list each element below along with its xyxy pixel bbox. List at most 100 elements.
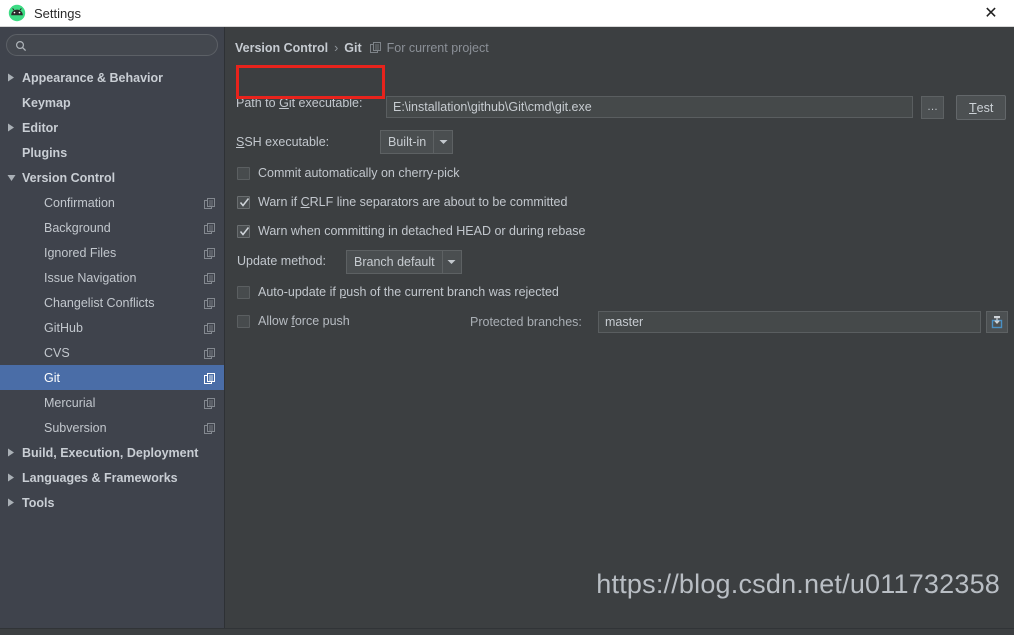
browse-git-path-button[interactable]: …: [921, 96, 944, 119]
checkbox-box: [237, 166, 250, 180]
sidebar-item-label: Subversion: [44, 420, 107, 435]
sidebar-item-confirmation[interactable]: Confirmation: [0, 190, 224, 215]
checkbox-box: [237, 314, 250, 328]
project-scope-icon: [204, 347, 216, 359]
sidebar-item-keymap[interactable]: Keymap: [0, 90, 224, 115]
checkbox-box: [237, 285, 250, 299]
sidebar-item-label: Languages & Frameworks: [22, 470, 178, 485]
checkbox-box: [237, 224, 250, 238]
checkbox-label: Commit automatically on cherry-pick: [258, 166, 460, 180]
test-button[interactable]: Test: [956, 95, 1007, 120]
ssh-executable-value: Built-in: [388, 135, 427, 149]
update-method-row: Update method:: [237, 254, 326, 268]
search-icon: [15, 39, 27, 52]
settings-sidebar: Appearance & Behavior Keymap Editor Plugins…: [0, 27, 225, 628]
sidebar-item-label: Git: [44, 370, 60, 385]
sidebar-item-version-control[interactable]: Version Control: [0, 165, 224, 190]
chevron-down-icon: [433, 131, 452, 153]
sidebar-item-label: Confirmation: [44, 195, 115, 210]
checkbox-auto-update-on-reject[interactable]: Auto-update if push of the current branc…: [237, 285, 559, 299]
search-box[interactable]: [6, 34, 218, 56]
project-scope-icon: [204, 272, 216, 284]
search-container: [0, 27, 224, 56]
project-scope-icon: [369, 42, 382, 54]
checkbox-warn-crlf[interactable]: Warn if CRLF line separators are about t…: [237, 195, 567, 209]
sidebar-item-label: Plugins: [22, 145, 68, 160]
chevron-right-icon[interactable]: [0, 123, 22, 132]
window-title: Settings: [34, 5, 81, 21]
sidebar-item-languages-frameworks[interactable]: Languages & Frameworks: [0, 465, 224, 490]
project-scope-icon: [204, 247, 216, 259]
ssh-executable-row: SSH executable:: [236, 135, 329, 149]
sidebar-item-ignored-files[interactable]: Ignored Files: [0, 240, 224, 265]
chevron-down-icon[interactable]: [0, 174, 22, 182]
checkbox-label: Allow force push: [258, 314, 350, 328]
sidebar-item-changelist-conflicts[interactable]: Changelist Conflicts: [0, 290, 224, 315]
watermark-text: https://blog.csdn.net/u011732358: [596, 569, 1000, 599]
ssh-executable-dropdown[interactable]: Built-in: [380, 130, 454, 154]
sidebar-item-tools[interactable]: Tools: [0, 490, 224, 515]
chevron-right-icon[interactable]: [0, 73, 22, 82]
project-scope-icon: [204, 422, 216, 434]
protected-branches-input[interactable]: [598, 311, 981, 333]
git-path-row: Path to Git executable:: [236, 96, 363, 110]
settings-main-panel: Version Control › Git For current projec…: [226, 27, 1014, 628]
android-studio-icon: [8, 4, 26, 22]
sidebar-item-label: Appearance & Behavior: [22, 70, 164, 85]
sidebar-item-editor[interactable]: Editor: [0, 115, 224, 140]
sidebar-item-github[interactable]: GitHub: [0, 315, 224, 340]
ssh-executable-label: SSH executable:: [236, 135, 330, 149]
protected-branches-row: Protected branches:: [470, 315, 582, 329]
chevron-down-icon: [441, 251, 461, 273]
git-path-input[interactable]: [386, 96, 913, 118]
sidebar-item-label: Tools: [22, 495, 55, 510]
protected-branches-label: Protected branches:: [470, 315, 582, 329]
update-method-label: Update method:: [237, 254, 326, 268]
sidebar-item-label: Build, Execution, Deployment: [22, 445, 199, 460]
project-scope-icon: [204, 297, 216, 309]
project-scope-icon: [204, 222, 216, 234]
chevron-right-icon[interactable]: [0, 448, 22, 457]
chevron-right-icon[interactable]: [0, 473, 22, 482]
settings-tree: Appearance & Behavior Keymap Editor Plugins…: [0, 65, 224, 515]
update-method-dropdown[interactable]: Branch default: [346, 250, 462, 274]
sidebar-item-git[interactable]: Git: [0, 365, 224, 390]
checkbox-warn-detached-head[interactable]: Warn when committing in detached HEAD or…: [237, 224, 585, 238]
sidebar-item-plugins[interactable]: Plugins: [0, 140, 224, 165]
sidebar-item-label: CVS: [44, 345, 70, 360]
project-scope-icon: [204, 197, 216, 209]
git-path-label: Path to Git executable:: [236, 96, 363, 110]
sidebar-item-issue-navigation[interactable]: Issue Navigation: [0, 265, 224, 290]
chevron-right-icon[interactable]: [0, 498, 22, 507]
project-scope-icon: [204, 372, 216, 384]
sidebar-item-appearance-behavior[interactable]: Appearance & Behavior: [0, 65, 224, 90]
sidebar-item-label: Editor: [22, 120, 59, 135]
sidebar-item-background[interactable]: Background: [0, 215, 224, 240]
breadcrumb-current: Git: [344, 41, 362, 55]
sidebar-item-mercurial[interactable]: Mercurial: [0, 390, 224, 415]
sidebar-item-label: Changelist Conflicts: [44, 295, 155, 310]
sidebar-item-label: Ignored Files: [44, 245, 117, 260]
checkbox-allow-force-push[interactable]: Allow force push: [237, 314, 350, 328]
sidebar-item-cvs[interactable]: CVS: [0, 340, 224, 365]
sidebar-item-label: Background: [44, 220, 111, 235]
sidebar-item-subversion[interactable]: Subversion: [0, 415, 224, 440]
checkbox-label: Auto-update if push of the current branc…: [258, 285, 559, 299]
sidebar-item-label: Mercurial: [44, 395, 96, 410]
bottom-strip: [0, 629, 1014, 635]
project-scope-icon: [204, 322, 216, 334]
update-method-value: Branch default: [354, 255, 435, 269]
close-icon[interactable]: ✕: [968, 0, 1014, 27]
checkbox-commit-on-cherry-pick[interactable]: Commit automatically on cherry-pick: [237, 166, 459, 180]
project-scope-icon: [204, 397, 216, 409]
sidebar-item-label: GitHub: [44, 320, 83, 335]
sidebar-item-build-execution-deployment[interactable]: Build, Execution, Deployment: [0, 440, 224, 465]
sidebar-item-label: Version Control: [22, 170, 116, 185]
checkbox-label: Warn when committing in detached HEAD or…: [258, 224, 586, 238]
breadcrumb-root[interactable]: Version Control: [235, 41, 328, 55]
breadcrumb-scope-text: For current project: [386, 41, 489, 55]
checkbox-box: [237, 195, 250, 209]
expand-editor-icon[interactable]: [986, 311, 1008, 333]
search-input[interactable]: [32, 37, 202, 53]
sidebar-item-label: Issue Navigation: [44, 270, 137, 285]
